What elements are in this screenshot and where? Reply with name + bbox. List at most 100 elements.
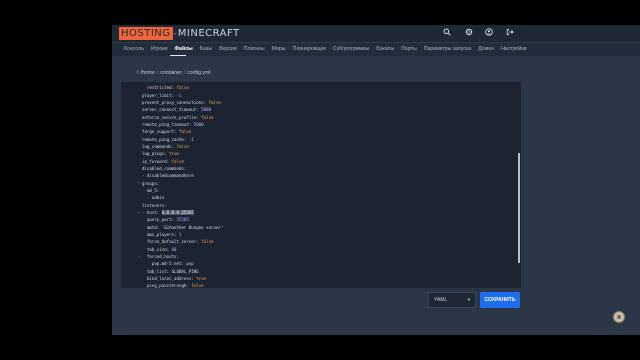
yaml-value: 25565 bbox=[176, 217, 189, 223]
code-line: ▾ groups: bbox=[121, 179, 511, 186]
code-line: force_default_server: false bbox=[121, 238, 511, 245]
menu-item[interactable]: Домен bbox=[478, 45, 494, 53]
code-line: bind_local_address: true bbox=[121, 275, 511, 282]
yaml-key: ping_passthrough bbox=[146, 283, 187, 288]
code-editor[interactable]: restricted: false player_limit: -1 prevent… bbox=[121, 82, 521, 288]
yaml-key: enforce_secure_profile bbox=[142, 114, 197, 120]
yaml-value: - disabledcommandhere bbox=[142, 173, 194, 179]
code-line: ping_passthrough: false bbox=[121, 282, 511, 288]
yaml-value: 5000 bbox=[193, 121, 204, 127]
yaml-value: 1 bbox=[179, 232, 182, 238]
code-line: disabled_commands: bbox=[121, 165, 511, 172]
menu-item[interactable]: Порты bbox=[401, 45, 417, 53]
code-line: forge_support: false bbox=[121, 128, 511, 135]
yaml-value: false bbox=[201, 114, 214, 120]
yaml-value: false bbox=[176, 143, 189, 149]
yaml-value: 0.0.0.0:25565 bbox=[161, 210, 194, 216]
yaml-key: - host bbox=[142, 210, 157, 216]
yaml-key: remote_ping_cache bbox=[142, 136, 184, 142]
yaml-key: max_players bbox=[146, 232, 175, 238]
menu-item[interactable]: Миры bbox=[272, 45, 286, 53]
menu-item[interactable]: Настройки bbox=[501, 45, 526, 53]
yaml-value: false bbox=[208, 99, 221, 105]
yaml-colon: : bbox=[164, 202, 170, 208]
yaml-key: query_port bbox=[146, 217, 172, 223]
breadcrumb-separator: / bbox=[183, 70, 186, 76]
breadcrumb-root[interactable]: /home bbox=[140, 70, 154, 76]
breadcrumb-folder[interactable]: container bbox=[160, 70, 181, 76]
menu-item[interactable]: Базы bbox=[200, 45, 212, 53]
main-menu-bar: Консоль Игроки Файлы Базы Версия Плагины Миры П… bbox=[112, 42, 640, 56]
format-select[interactable]: YAML ▼ bbox=[428, 292, 476, 308]
menu-item[interactable]: Бэкапы bbox=[376, 45, 394, 53]
code-line: log_commands: false bbox=[121, 143, 511, 150]
code-line: tab_size: 60 bbox=[121, 246, 511, 253]
yaml-key: prevent_proxy_connections bbox=[142, 99, 204, 105]
logo[interactable]: HOSTING - MINECRAFT bbox=[119, 27, 240, 40]
code-line: ip_forward: false bbox=[121, 157, 511, 164]
yaml-colon: : bbox=[156, 180, 162, 186]
editor-scrollbar-thumb[interactable] bbox=[518, 153, 520, 263]
menu-item[interactable]: Консоль bbox=[124, 45, 144, 53]
yaml-value: true bbox=[196, 276, 207, 282]
breadcrumb: / /home / container / config.yml bbox=[137, 70, 210, 76]
active-tab-indicator bbox=[170, 55, 186, 56]
logo-separator: - bbox=[173, 28, 177, 39]
code-line: max_players: 1 bbox=[121, 231, 511, 238]
yaml-value: false bbox=[171, 158, 184, 164]
code-line: ▾ forced_hosts: bbox=[121, 253, 511, 260]
settings-icon[interactable] bbox=[464, 28, 474, 38]
yaml-key: remote_ping_timeout bbox=[142, 121, 189, 127]
format-select-value: YAML bbox=[434, 297, 448, 303]
logo-hosting: HOSTING bbox=[119, 27, 173, 40]
user-icon[interactable] bbox=[484, 28, 494, 38]
yaml-key: md_5 bbox=[146, 187, 157, 193]
yaml-colon: : bbox=[176, 254, 182, 260]
code-line: ▾ - host: 0.0.0.0:25565 bbox=[121, 209, 511, 216]
menu-item[interactable]: Субпрограммы bbox=[333, 45, 369, 53]
code-line: enforce_secure_profile: false bbox=[121, 113, 511, 120]
menu-item[interactable]: Параметры запуска bbox=[424, 45, 472, 53]
breadcrumb-separator: / bbox=[156, 70, 159, 76]
code-line: tab_list: GLOBAL_PING bbox=[121, 268, 511, 275]
yaml-key: log_pings bbox=[142, 151, 165, 157]
menu-item[interactable]: Версия bbox=[219, 45, 237, 53]
yaml-key: listeners bbox=[142, 202, 165, 208]
chevron-down-icon: ▼ bbox=[467, 297, 471, 302]
code-lines: restricted: false player_limit: -1 prevent… bbox=[121, 84, 511, 288]
yaml-key: restricted bbox=[146, 85, 172, 91]
code-line: motd: '&1Another Bungee server' bbox=[121, 224, 511, 231]
yaml-value: false bbox=[191, 283, 204, 288]
yaml-key: bind_local_address bbox=[146, 276, 192, 282]
yaml-value: pvp bbox=[186, 261, 194, 267]
save-button[interactable]: СОХРАНИТЬ bbox=[480, 292, 520, 308]
menu-item[interactable]: Плагины bbox=[244, 45, 265, 53]
code-line: server_connect_timeout: 5000 bbox=[121, 106, 511, 113]
menu-item[interactable]: Файлы bbox=[175, 45, 193, 53]
code-line: log_pings: true bbox=[121, 150, 511, 157]
yaml-key: forge_support bbox=[142, 129, 175, 135]
yaml-value: false bbox=[176, 85, 189, 91]
yaml-key: motd bbox=[146, 224, 157, 230]
yaml-key: log_commands bbox=[142, 143, 172, 149]
yaml-value: 60 bbox=[171, 246, 177, 252]
yaml-key: forced_hosts bbox=[146, 254, 177, 260]
chat-avatar-button[interactable] bbox=[613, 311, 625, 323]
yaml-key: pvp.md-5.net bbox=[151, 261, 182, 267]
top-bar: HOSTING - MINECRAFT bbox=[112, 25, 640, 42]
yaml-value: GLOBAL_PING bbox=[171, 268, 199, 274]
menu-item[interactable]: Планировщик bbox=[292, 45, 325, 53]
yaml-key: groups bbox=[142, 180, 157, 186]
code-line: md_5: bbox=[121, 187, 511, 194]
logout-icon[interactable] bbox=[505, 28, 515, 38]
menu-item[interactable]: Игроки bbox=[151, 45, 168, 53]
code-line: listeners: bbox=[121, 202, 511, 209]
yaml-key: ip_forward bbox=[142, 158, 167, 164]
yaml-value: false bbox=[201, 239, 214, 245]
search-icon[interactable] bbox=[442, 28, 452, 38]
code-line: pvp.md-5.net: pvp bbox=[121, 260, 511, 267]
yaml-value: true bbox=[169, 151, 179, 157]
yaml-value: false bbox=[178, 129, 192, 135]
yaml-value: 5000 bbox=[201, 107, 212, 113]
